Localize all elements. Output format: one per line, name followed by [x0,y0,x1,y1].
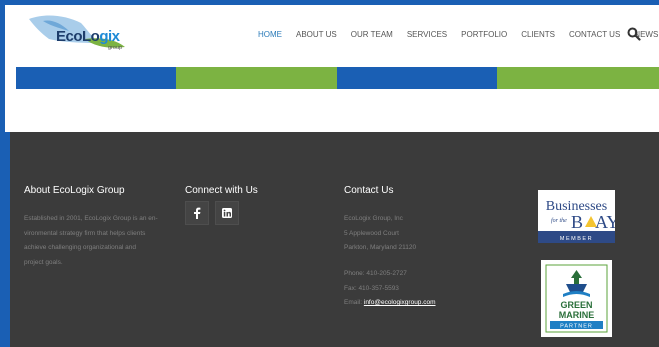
linkedin-icon[interactable] [215,201,239,225]
site-header: EcoLogix group HOME ABOUT US OUR TEAM SE… [5,5,659,67]
page-frame: EcoLogix group HOME ABOUT US OUR TEAM SE… [5,5,659,347]
logo-subtext: group [108,45,123,51]
businesses-for-the-bay-badge[interactable]: Businesses for the B AY MEMBER [538,190,619,243]
color-band-strip [16,67,659,89]
color-band [337,67,497,89]
facebook-icon[interactable] [185,201,209,225]
nav-portfolio[interactable]: PORTFOLIO [454,30,514,39]
green-marine-badge[interactable]: GREEN MARINE PARTNER [541,260,612,337]
contact-email: Email: info@ecologixgroup.com [344,299,436,306]
badge-bay-b: B [571,212,583,232]
main-nav: HOME ABOUT US OUR TEAM SERVICES PORTFOLI… [251,30,659,39]
nav-contact-us[interactable]: CONTACT US [562,30,627,39]
email-link[interactable]: info@ecologixgroup.com [364,299,436,306]
contact-title: Contact Us [344,185,394,196]
nav-clients[interactable]: CLIENTS [514,30,562,39]
badge-partner: PARTNER [560,324,593,330]
contact-phone-fax-email: Phone: 410-205-2727 Fax: 410-357-5593 Em… [344,267,436,311]
about-title: About EcoLogix Group [24,185,125,196]
contact-address: EcoLogix Group, Inc 5 Applewood Court Pa… [344,215,417,251]
color-band [176,67,337,89]
footer-left-border [5,132,10,347]
badge-member: MEMBER [560,236,593,242]
connect-title: Connect with Us [185,185,258,196]
nav-home[interactable]: HOME [251,30,289,39]
search-icon[interactable] [627,27,641,41]
contact-fax: Fax: 410-357-5593 [344,284,399,292]
about-text: Established in 2001, EcoLogix Group is a… [24,215,158,266]
nav-our-team[interactable]: OUR TEAM [344,30,400,39]
site-logo[interactable]: EcoLogix group [25,9,135,59]
contact-phone: Phone: 410-205-2727 [344,270,407,277]
color-band [16,67,176,89]
site-footer: About EcoLogix Group Established in 2001… [5,132,659,347]
badge-marine: MARINE [559,310,595,320]
badge-bay-ay: AY [595,212,615,232]
nav-services[interactable]: SERVICES [400,30,454,39]
nav-about-us[interactable]: ABOUT US [289,30,344,39]
logo-wordmark: EcoLogix [56,28,120,45]
badge-for-the: for the [551,217,567,224]
color-band [497,67,659,89]
badge-green: GREEN [560,300,592,310]
